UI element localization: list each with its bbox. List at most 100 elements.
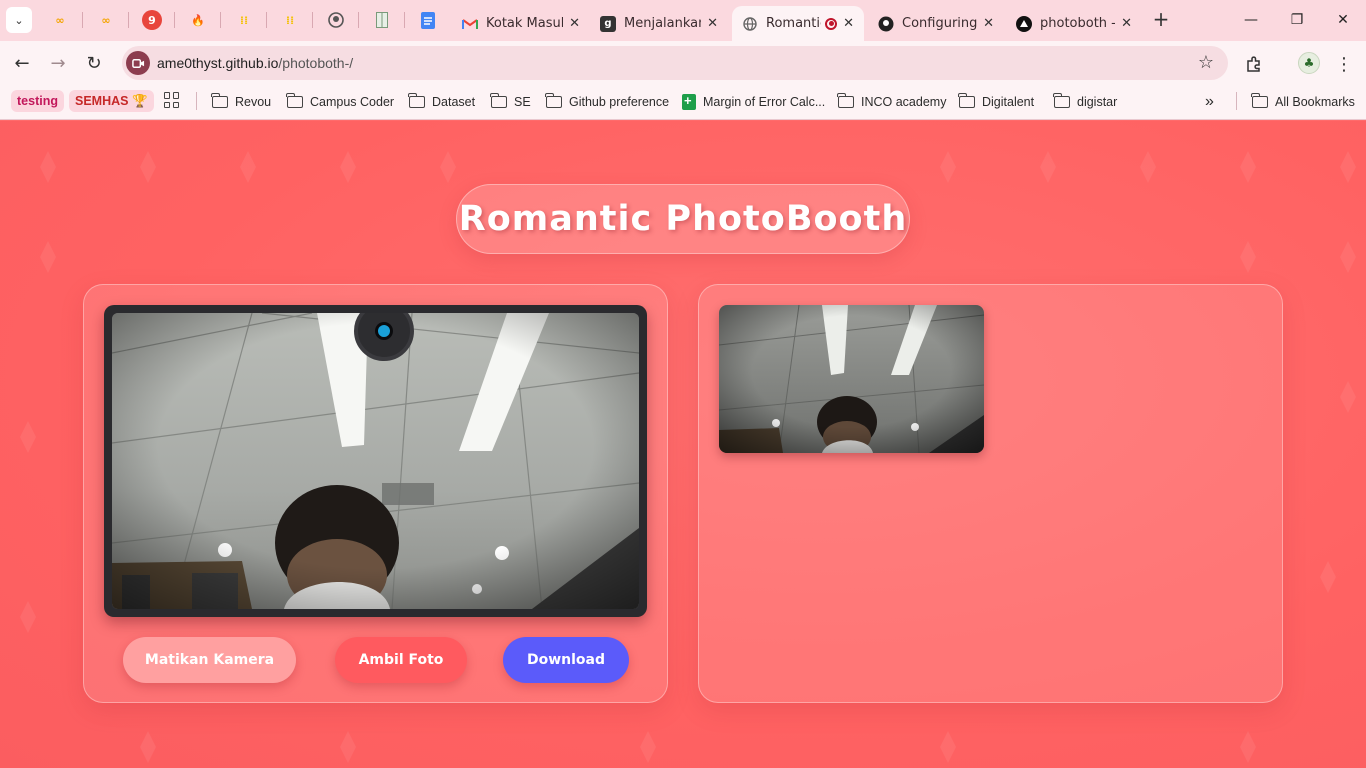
tab-search-button[interactable]: ⌄ [6,7,32,33]
bookmark-label: All Bookmarks [1275,95,1355,109]
pinned-tab-fire-icon[interactable]: 🔥 [188,10,208,30]
pinned-tab-spreadsheet-icon[interactable] [372,10,392,30]
address-bar[interactable]: ame0thyst.github.io/photoboth-/ ☆ [122,46,1228,80]
bookmark-testing[interactable]: testing [11,90,64,112]
bookmark-folder-inco-academy[interactable]: INCO academy [837,92,947,112]
tab-title: Romantic [766,16,822,31]
more-bookmarks-chevron-icon[interactable]: » [1205,92,1214,112]
folder-icon [1251,93,1268,108]
captured-photo-image [719,305,984,453]
photobooth-page: Romantic PhotoBooth Matikan Kamera Ambil… [0,121,1366,768]
profile-avatar[interactable]: ♣ [1298,52,1320,74]
folder-icon [958,93,975,108]
turn-off-camera-button[interactable]: Matikan Kamera [123,637,296,683]
bookmark-folder-se[interactable]: SE [490,92,531,112]
globe-icon [742,16,758,32]
folder-icon [545,93,562,108]
bookmarks-bar: testing SEMHAS 🏆 Revou Campus Coder Data… [0,85,1366,120]
tab-title: Kotak Masuk [486,16,564,31]
camera-in-use-icon[interactable] [126,51,150,75]
tab-photoboth[interactable]: photoboth - ✕ [1006,6,1142,41]
reload-icon[interactable]: ↻ [82,51,106,75]
extensions-icon[interactable] [1243,53,1265,75]
tab-configuring[interactable]: Configuring ✕ [868,6,1004,41]
bookmark-star-icon[interactable]: ☆ [1198,52,1214,73]
pinned-tab-dots-grid-icon[interactable]: ⁞⁞ [234,10,254,30]
url-path: /photoboth-/ [278,55,354,71]
back-arrow-icon[interactable]: ← [10,51,34,75]
close-icon[interactable]: ✕ [1121,16,1132,31]
pinned-tab-github-icon[interactable] [326,10,346,30]
folder-icon [837,93,854,108]
apps-grid-icon[interactable] [164,92,180,108]
close-icon[interactable]: ✕ [569,16,580,31]
url-text: ame0thyst.github.io/photoboth-/ [157,55,353,71]
bookmark-folder-digitalent[interactable]: Digitalent [958,92,1035,112]
bookmark-folder-dataset[interactable]: Dataset [408,92,476,112]
pinned-tab-infinity-icon[interactable]: ∞ [96,10,116,30]
maximize-icon[interactable]: ❐ [1282,6,1312,34]
tab-separator [404,12,405,28]
folder-icon [408,93,425,108]
bookmark-label: Margin of Error Calc... [703,95,826,109]
bookmark-label: Revou [235,95,272,109]
tab-separator [220,12,221,28]
pinned-tab-number-icon[interactable]: 9 [142,10,162,30]
recording-icon [825,17,838,30]
close-icon[interactable]: ✕ [707,16,718,31]
pinned-tab-docs-icon[interactable] [418,10,438,30]
sheets-icon [682,93,696,110]
tab-title: Menjalankan [624,16,702,31]
forward-arrow-icon[interactable]: → [46,51,70,75]
bookmarks-separator [1236,92,1237,110]
folder-icon [1053,93,1070,108]
tab-separator [128,12,129,28]
all-bookmarks-folder[interactable]: All Bookmarks [1251,92,1355,112]
camera-live-preview [112,313,639,609]
download-button[interactable]: Download [503,637,629,683]
camera-frame [104,305,647,617]
bookmark-label: INCO academy [861,95,947,109]
browser-toolbar: ← → ↻ ame0thyst.github.io/photoboth-/ ☆ … [0,41,1366,85]
bookmark-folder-github-preference[interactable]: Github preference [545,92,669,112]
camera-panel: Matikan Kamera Ambil Foto Download [83,284,668,703]
bookmark-folder-digistar[interactable]: digistar [1053,92,1118,112]
tab-separator [174,12,175,28]
tab-title: photoboth - [1040,16,1116,31]
tab-menjalankan[interactable]: g Menjalankan ✕ [590,6,728,41]
g-icon: g [600,15,616,32]
close-icon[interactable]: ✕ [983,16,994,31]
close-window-icon[interactable]: ✕ [1328,6,1358,34]
captured-photo-thumbnail[interactable] [719,305,984,453]
bookmark-label: Digitalent [982,95,1035,109]
folder-icon [211,93,228,108]
bookmark-label: SE [514,95,531,109]
bookmark-margin-of-error[interactable]: Margin of Error Calc... [682,92,825,112]
page-title-banner: Romantic PhotoBooth [456,184,910,254]
github-icon [878,16,894,32]
close-icon[interactable]: ✕ [843,16,854,31]
bookmark-folder-revou[interactable]: Revou [211,92,272,112]
browser-tab-bar: ⌄ ∞ ∞ 9 🔥 ⁞⁞ ⁞⁞ Kotak Masuk ✕ g Menjalan… [0,0,1366,41]
new-tab-button[interactable]: + [1150,8,1172,30]
pinned-tab-infinity-icon[interactable]: ∞ [50,10,70,30]
tab-separator [358,12,359,28]
minimize-icon[interactable]: — [1236,6,1266,34]
folder-icon [286,93,303,108]
menu-kebab-icon[interactable]: ⋮ [1333,53,1355,75]
bookmark-label: Campus Coder [310,95,395,109]
tab-separator [266,12,267,28]
bookmark-folder-campus-coder[interactable]: Campus Coder [286,92,395,112]
tab-kotak-masuk[interactable]: Kotak Masuk ✕ [452,6,590,41]
tab-separator [312,12,313,28]
photo-gallery-panel [698,284,1283,703]
url-host: ame0thyst.github.io [157,55,279,71]
page-title: Romantic PhotoBooth [458,199,908,239]
pinned-tab-dots-grid-icon[interactable]: ⁞⁞ [280,10,300,30]
tab-romantic[interactable]: Romantic ✕ [732,6,864,41]
bookmark-label: Dataset [432,95,476,109]
bookmark-semhas[interactable]: SEMHAS 🏆 [69,90,154,112]
gmail-icon [462,16,478,32]
take-photo-button[interactable]: Ambil Foto [335,637,467,683]
bookmark-label: digistar [1077,95,1118,109]
